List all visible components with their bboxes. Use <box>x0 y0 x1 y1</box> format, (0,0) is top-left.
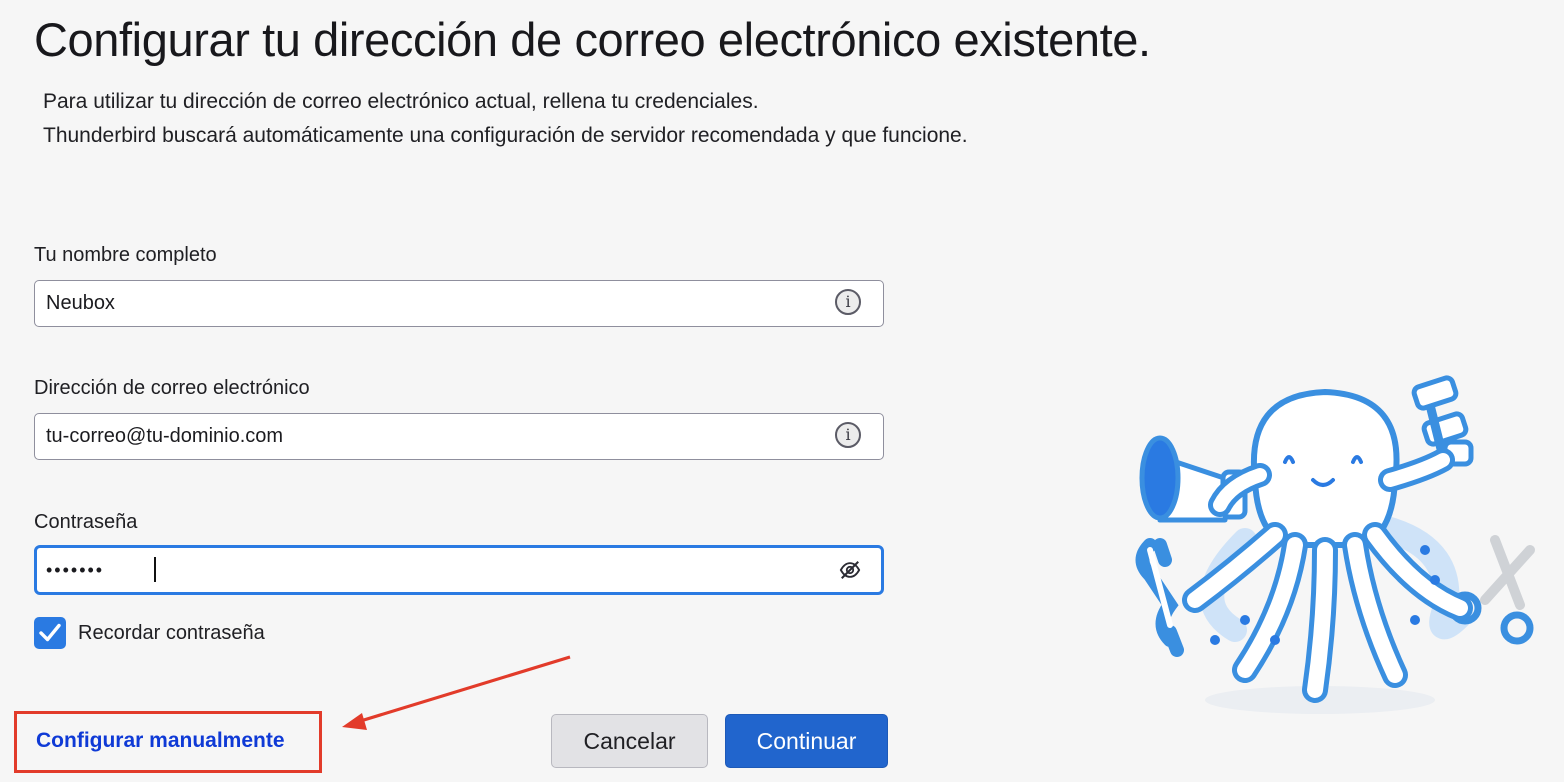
email-field[interactable]: i <box>34 413 884 460</box>
page-title: Configurar tu dirección de correo electr… <box>34 13 1151 66</box>
annotation-arrow-icon <box>342 655 571 730</box>
configure-manually-link[interactable]: Configurar manualmente <box>36 729 285 753</box>
octopus-illustration-icon <box>1135 375 1535 714</box>
remember-password-checkbox[interactable] <box>34 617 66 649</box>
full-name-input[interactable] <box>46 281 816 326</box>
intro-text-line-1: Para utilizar tu dirección de correo ele… <box>43 90 759 113</box>
continue-button[interactable]: Continuar <box>725 714 888 768</box>
text-caret <box>154 557 156 582</box>
full-name-label: Tu nombre completo <box>34 244 217 266</box>
password-label: Contraseña <box>34 511 138 533</box>
email-label: Dirección de correo electrónico <box>34 377 310 399</box>
password-input[interactable] <box>46 548 816 592</box>
intro-text-line-2: Thunderbird buscará automáticamente una … <box>43 124 968 147</box>
email-input[interactable] <box>46 414 816 459</box>
checkmark-icon <box>39 623 61 642</box>
info-icon[interactable]: i <box>835 289 861 315</box>
remember-password-label[interactable]: Recordar contraseña <box>78 622 265 645</box>
cancel-button[interactable]: Cancelar <box>551 714 708 768</box>
info-icon[interactable]: i <box>835 422 861 448</box>
eye-slash-icon[interactable] <box>839 559 861 581</box>
password-field[interactable] <box>34 545 884 595</box>
full-name-field[interactable]: i <box>34 280 884 327</box>
